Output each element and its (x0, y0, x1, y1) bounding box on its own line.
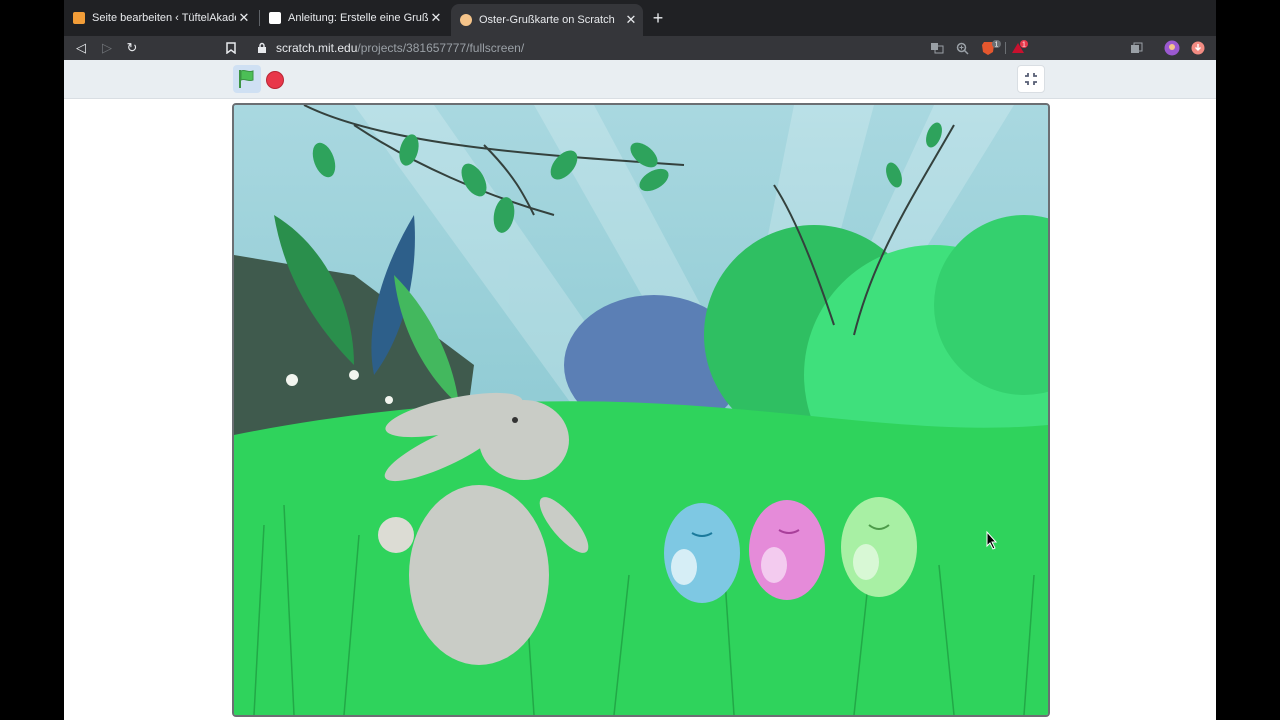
translate-icon[interactable] (927, 38, 947, 58)
easter-card-scene (234, 105, 1048, 715)
wordpress-orange-icon (73, 12, 85, 24)
reload-icon[interactable]: ↻ (122, 38, 142, 58)
alert-badge-count: 1 (1022, 42, 1026, 49)
brave-badge-count: 1 (995, 42, 999, 49)
brave-shields-icon[interactable]: 1 (981, 38, 1001, 58)
egg-green (841, 497, 917, 597)
new-tab-button[interactable]: + (648, 8, 668, 28)
close-icon[interactable]: ✕ (236, 10, 252, 26)
browser-window: Seite bearbeiten ‹ TüftelAkadem ✕ Anleit… (64, 0, 1216, 720)
bookmark-icon[interactable] (221, 38, 241, 58)
zoom-icon[interactable] (952, 38, 972, 58)
project-stage[interactable] (232, 103, 1050, 717)
back-icon[interactable]: ◁ (71, 38, 91, 58)
extensions-icon[interactable] (1126, 38, 1146, 58)
scratch-controls-bar (64, 60, 1216, 99)
tab-oster-grusskarte[interactable]: Oster-Grußkarte on Scratch ✕ (451, 4, 643, 36)
scratch-orange-icon (460, 14, 472, 26)
tab-strip: Seite bearbeiten ‹ TüftelAkadem ✕ Anleit… (64, 0, 1216, 36)
meadow (234, 401, 1048, 715)
url-host: scratch.mit.edu (276, 41, 358, 55)
browser-toolbar: ◁ ▷ ↻ scratch.mit.edu/projects/381657777… (64, 36, 1216, 60)
tab-wordpress[interactable]: Seite bearbeiten ‹ TüftelAkadem ✕ (64, 5, 256, 31)
stop-button[interactable] (266, 71, 284, 89)
scratch-cat-icon (269, 12, 281, 24)
tab-title: Anleitung: Erstelle eine Grußkart (288, 12, 428, 24)
tab-title: Oster-Grußkarte on Scratch (479, 14, 615, 26)
lock-icon[interactable] (252, 38, 272, 58)
toolbar-divider (1005, 42, 1006, 54)
update-icon[interactable] (1188, 38, 1208, 58)
brave-rewards-icon[interactable]: 1 (1010, 38, 1030, 58)
exit-fullscreen-button[interactable] (1017, 65, 1045, 93)
profile-avatar-icon[interactable] (1162, 38, 1182, 58)
exit-fullscreen-icon (1025, 73, 1037, 85)
tab-title: Seite bearbeiten ‹ TüftelAkadem (92, 12, 236, 24)
url-path: /projects/381657777/fullscreen/ (357, 41, 525, 55)
egg-blue (664, 503, 740, 603)
green-flag-button[interactable] (233, 65, 261, 93)
tab-anleitung[interactable]: Anleitung: Erstelle eine Grußkart ✕ (260, 5, 448, 31)
close-icon[interactable]: ✕ (623, 12, 639, 28)
egg-pink (749, 500, 825, 600)
green-flag-icon (239, 69, 254, 88)
close-icon[interactable]: ✕ (428, 10, 444, 26)
address-bar[interactable]: scratch.mit.edu/projects/381657777/fulls… (276, 41, 524, 55)
forward-icon[interactable]: ▷ (97, 38, 117, 58)
